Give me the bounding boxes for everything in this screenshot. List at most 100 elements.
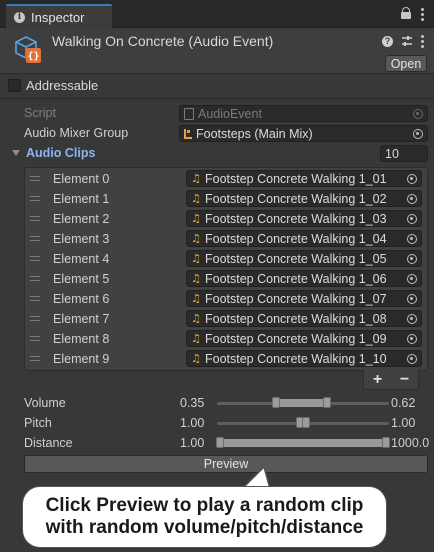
audio-clip-icon: ♫ — [191, 172, 201, 185]
volume-min-value[interactable]: 0.35 — [180, 396, 204, 410]
element-label: Element 3 — [53, 232, 110, 246]
list-item: Element 7 ♫ Footstep Concrete Walking 1_0… — [25, 309, 429, 329]
callout-line-1: Click Preview to play a random clip — [45, 495, 364, 516]
distance-min-value[interactable]: 1.00 — [180, 436, 204, 450]
object-picker-icon[interactable] — [407, 353, 417, 364]
mixer-value: Footsteps (Main Mix) — [196, 126, 313, 141]
distance-range-handle[interactable] — [217, 439, 389, 447]
object-picker-icon[interactable] — [413, 128, 423, 139]
audio-mixer-icon — [184, 128, 192, 139]
object-picker-icon[interactable] — [407, 213, 417, 224]
audio-clip-field[interactable]: ♫ Footstep Concrete Walking 1_04 — [186, 230, 422, 247]
addressable-checkbox[interactable] — [8, 79, 21, 92]
preview-button[interactable]: Preview — [24, 455, 428, 473]
audio-clip-value: Footstep Concrete Walking 1_10 — [205, 351, 387, 366]
audio-clips-foldout[interactable]: Audio Clips — [12, 146, 95, 160]
list-item: Element 2 ♫ Footstep Concrete Walking 1_0… — [25, 209, 429, 229]
audio-clip-value: Footstep Concrete Walking 1_01 — [205, 171, 387, 186]
remove-element-button[interactable]: − — [400, 371, 409, 389]
pitch-min-value[interactable]: 1.00 — [180, 416, 204, 430]
addressable-label: Addressable — [26, 78, 99, 93]
drag-handle-icon[interactable] — [30, 256, 40, 261]
list-item: Element 1 ♫ Footstep Concrete Walking 1_0… — [25, 189, 429, 209]
drag-handle-icon[interactable] — [30, 236, 40, 241]
audio-clip-field[interactable]: ♫ Footstep Concrete Walking 1_09 — [186, 330, 422, 347]
scriptable-object-icon: {} — [15, 36, 41, 63]
add-element-button[interactable]: + — [373, 371, 382, 389]
tab-inspector-label: Inspector — [31, 9, 85, 25]
audio-clip-value: Footstep Concrete Walking 1_03 — [205, 211, 387, 226]
addressable-row: Addressable — [8, 78, 98, 93]
volume-max-value[interactable]: 0.62 — [391, 396, 415, 410]
element-label: Element 9 — [53, 352, 110, 366]
audio-clip-icon: ♫ — [191, 312, 201, 325]
list-item: Element 9 ♫ Footstep Concrete Walking 1_1… — [25, 349, 429, 369]
volume-min-thumb[interactable] — [272, 397, 280, 408]
drag-handle-icon[interactable] — [30, 316, 40, 321]
audio-clip-field[interactable]: ♫ Footstep Concrete Walking 1_08 — [186, 310, 422, 327]
pitch-max-value[interactable]: 1.00 — [391, 416, 415, 430]
audio-clip-icon: ♫ — [191, 292, 201, 305]
settings-sliders-icon[interactable] — [401, 35, 413, 47]
audio-clip-value: Footstep Concrete Walking 1_05 — [205, 251, 387, 266]
volume-label: Volume — [24, 396, 66, 410]
audio-clip-value: Footstep Concrete Walking 1_06 — [205, 271, 387, 286]
mixer-field[interactable]: Footsteps (Main Mix) — [179, 125, 428, 142]
drag-handle-icon[interactable] — [30, 356, 40, 361]
audio-clip-field[interactable]: ♫ Footstep Concrete Walking 1_10 — [186, 350, 422, 367]
volume-max-thumb[interactable] — [323, 397, 331, 408]
list-item: Element 5 ♫ Footstep Concrete Walking 1_0… — [25, 269, 429, 289]
help-icon[interactable]: ? — [382, 35, 393, 47]
list-item: Element 4 ♫ Footstep Concrete Walking 1_0… — [25, 249, 429, 269]
distance-max-value[interactable]: 1000.0 — [391, 436, 434, 450]
object-picker-icon[interactable] — [407, 173, 417, 184]
distance-max-thumb[interactable] — [382, 437, 390, 448]
more-options-icon[interactable] — [421, 7, 424, 21]
audio-clip-value: Footstep Concrete Walking 1_09 — [205, 331, 387, 346]
open-button[interactable]: Open — [385, 55, 427, 72]
array-size-input[interactable]: 10 — [380, 145, 428, 162]
element-label: Element 2 — [53, 212, 110, 226]
audio-clip-field[interactable]: ♫ Footstep Concrete Walking 1_03 — [186, 210, 422, 227]
header-menu-icon[interactable] — [421, 34, 424, 48]
drag-handle-icon[interactable] — [30, 216, 40, 221]
script-label: Script — [24, 106, 56, 120]
element-label: Element 1 — [53, 192, 110, 206]
audio-clip-field[interactable]: ♫ Footstep Concrete Walking 1_01 — [186, 170, 422, 187]
object-picker-icon[interactable] — [407, 293, 417, 304]
element-label: Element 5 — [53, 272, 110, 286]
object-picker-icon[interactable] — [407, 273, 417, 284]
object-picker-icon[interactable] — [407, 333, 417, 344]
object-picker-icon[interactable] — [407, 233, 417, 244]
object-picker-icon[interactable] — [407, 313, 417, 324]
info-icon: i — [14, 11, 25, 23]
audio-clip-field[interactable]: ♫ Footstep Concrete Walking 1_07 — [186, 290, 422, 307]
mixer-label: Audio Mixer Group — [24, 126, 129, 140]
volume-range-handle[interactable] — [274, 399, 330, 407]
pitch-max-thumb[interactable] — [302, 417, 310, 428]
element-label: Element 4 — [53, 252, 110, 266]
element-label: Element 8 — [53, 332, 110, 346]
audio-clip-field[interactable]: ♫ Footstep Concrete Walking 1_05 — [186, 250, 422, 267]
script-value: AudioEvent — [198, 106, 262, 121]
object-picker-icon[interactable] — [407, 253, 417, 264]
audio-clip-icon: ♫ — [191, 352, 201, 365]
tab-bar: i Inspector — [0, 0, 434, 28]
object-picker-icon[interactable] — [407, 193, 417, 204]
tab-inspector[interactable]: i Inspector — [6, 4, 112, 28]
foldout-arrow-icon[interactable] — [12, 150, 20, 156]
audio-clip-value: Footstep Concrete Walking 1_07 — [205, 291, 387, 306]
audio-clip-value: Footstep Concrete Walking 1_08 — [205, 311, 387, 326]
drag-handle-icon[interactable] — [30, 276, 40, 281]
drag-handle-icon[interactable] — [30, 336, 40, 341]
audio-clip-icon: ♫ — [191, 272, 201, 285]
audio-clip-field[interactable]: ♫ Footstep Concrete Walking 1_02 — [186, 190, 422, 207]
list-item: Element 3 ♫ Footstep Concrete Walking 1_0… — [25, 229, 429, 249]
drag-handle-icon[interactable] — [30, 176, 40, 181]
distance-min-thumb[interactable] — [216, 437, 224, 448]
lock-icon[interactable] — [401, 7, 411, 20]
drag-handle-icon[interactable] — [30, 296, 40, 301]
script-field: AudioEvent — [179, 105, 428, 122]
drag-handle-icon[interactable] — [30, 196, 40, 201]
audio-clip-field[interactable]: ♫ Footstep Concrete Walking 1_06 — [186, 270, 422, 287]
